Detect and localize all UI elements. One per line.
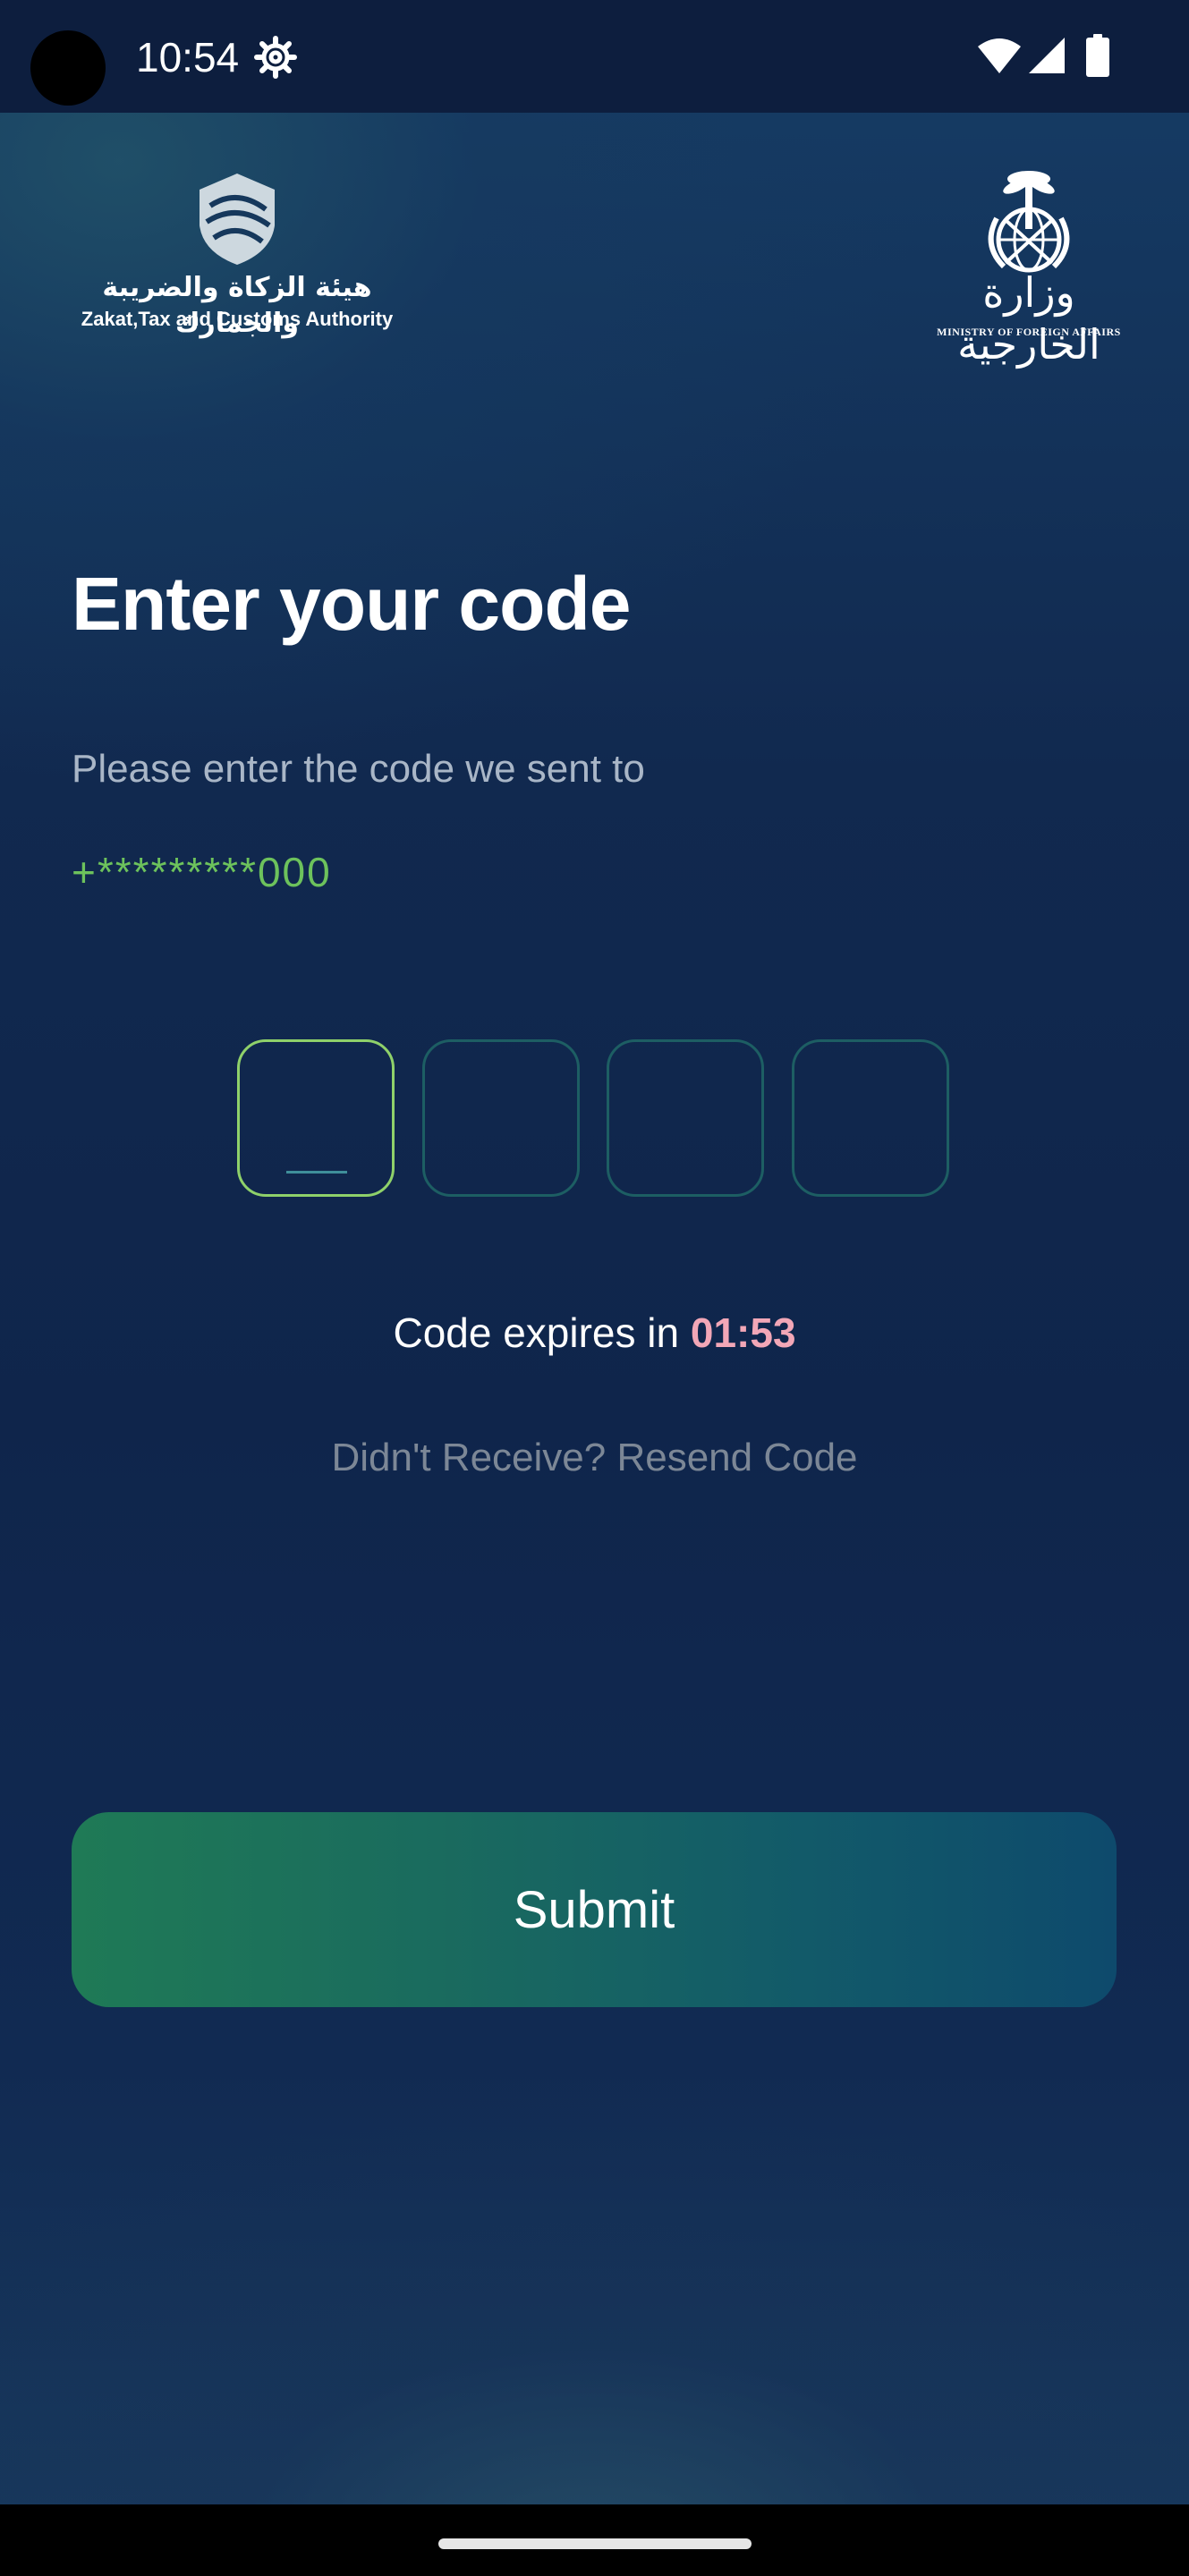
submit-button[interactable]: Submit xyxy=(72,1812,1117,2007)
saudi-emblem-icon xyxy=(988,171,1070,273)
code-input-group xyxy=(237,1039,953,1200)
cell-signal-icon xyxy=(1029,38,1065,73)
page-title: Enter your code xyxy=(72,562,631,646)
code-digit-input-4[interactable] xyxy=(792,1039,949,1197)
home-gesture-handle[interactable] xyxy=(438,2538,752,2549)
otp-screen: 10:54 هيئة الزكاة والضريبة والجمارك Zaka… xyxy=(0,0,1189,2576)
battery-icon xyxy=(1086,34,1109,77)
mofa-logo: وزارة الخارجية MINISTRY OF FOREIGN AFFAI… xyxy=(930,166,1127,369)
expiry-label: Code expires in xyxy=(393,1309,691,1356)
expiry-countdown: 01:53 xyxy=(690,1309,796,1356)
zatca-logo: هيئة الزكاة والضريبة والجمارك Zakat,Tax … xyxy=(72,170,403,340)
zatca-mark-icon xyxy=(200,174,275,265)
submit-label: Submit xyxy=(513,1880,675,1939)
mofa-english-name: MINISTRY OF FOREIGN AFFAIRS xyxy=(937,326,1121,338)
code-digit-input-2[interactable] xyxy=(422,1039,580,1197)
settings-icon xyxy=(254,36,297,79)
navigation-bar xyxy=(0,2504,1189,2576)
wifi-icon xyxy=(978,38,1021,73)
code-expiry-text: Code expires in 01:53 xyxy=(0,1306,1189,1360)
camera-cutout xyxy=(30,30,106,106)
code-digit-input-3[interactable] xyxy=(607,1039,764,1197)
masked-phone-number: +*********000 xyxy=(72,849,332,895)
mofa-arabic-name: وزارة الخارجية xyxy=(957,268,1100,369)
instruction-text: Please enter the code we sent to xyxy=(72,747,645,791)
zatca-english-name: Zakat,Tax and Customs Authority xyxy=(81,308,394,330)
resend-code-link[interactable]: Didn't Receive? Resend Code xyxy=(0,1431,1189,1485)
input-cursor xyxy=(286,1171,347,1174)
status-bar: 10:54 xyxy=(0,0,1189,113)
code-digit-input-1[interactable] xyxy=(237,1039,395,1197)
status-time: 10:54 xyxy=(136,34,240,80)
